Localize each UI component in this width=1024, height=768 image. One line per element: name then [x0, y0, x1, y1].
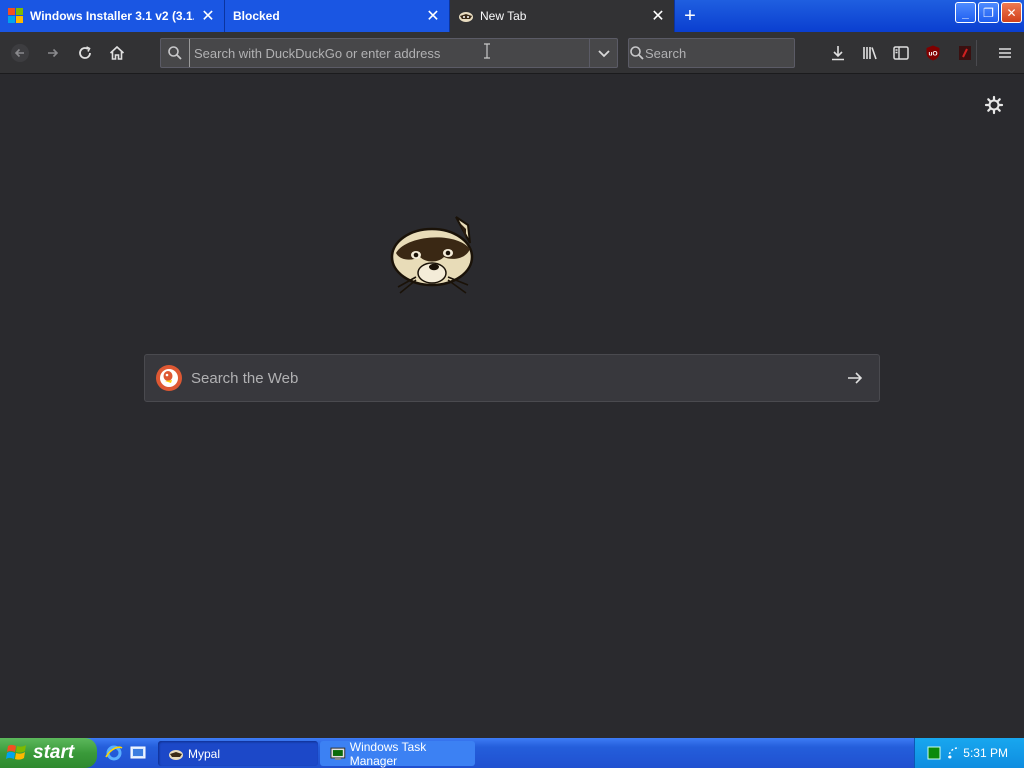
address-input[interactable]: [189, 39, 589, 67]
windows-logo-icon: [8, 8, 24, 24]
tab-new-tab[interactable]: New Tab ✕: [450, 0, 675, 32]
web-search-box[interactable]: [144, 354, 880, 402]
clock[interactable]: 5:31 PM: [963, 746, 1008, 760]
screen: Windows Installer 3.1 v2 (3.1.4000 ✕ Blo…: [0, 0, 1024, 768]
task-manager-icon: [330, 747, 346, 760]
show-desktop-icon[interactable]: [128, 743, 148, 763]
internet-explorer-icon[interactable]: [104, 743, 124, 763]
raccoon-icon: [458, 8, 474, 24]
address-bar[interactable]: [160, 38, 618, 68]
task-mypal[interactable]: Mypal: [158, 741, 318, 766]
search-bar[interactable]: [628, 38, 821, 68]
search-icon: [629, 45, 645, 61]
tab-label: Windows Installer 3.1 v2 (3.1.4000: [30, 9, 194, 23]
forward-arrow-icon: [48, 48, 59, 58]
reload-button[interactable]: [70, 38, 100, 68]
text-cursor-icon: [484, 43, 490, 59]
taskbar: start Mypal Windows Task Manager 5:31 PM: [0, 738, 1024, 768]
web-search-input[interactable]: [191, 369, 831, 387]
duckduckgo-icon: [156, 365, 182, 391]
search-submit-button[interactable]: [831, 355, 879, 401]
reload-icon: [79, 46, 91, 59]
tab-bar: Windows Installer 3.1 v2 (3.1.4000 ✕ Blo…: [0, 0, 1024, 32]
download-icon: [832, 46, 844, 61]
forward-button[interactable]: [38, 38, 68, 68]
library-icon: [863, 47, 877, 60]
toolbar-divider: [976, 40, 977, 66]
task-windows-task-manager[interactable]: Windows Task Manager: [320, 739, 475, 768]
start-button[interactable]: start: [0, 738, 97, 768]
tab-windows-installer[interactable]: Windows Installer 3.1 v2 (3.1.4000 ✕: [0, 0, 225, 32]
url-dropdown-button[interactable]: [589, 39, 617, 67]
task-label: Mypal: [188, 746, 221, 761]
tab-blocked[interactable]: Blocked ✕: [225, 0, 450, 32]
close-tab-icon[interactable]: ✕: [425, 8, 441, 25]
search-input[interactable]: [645, 45, 821, 61]
library-button[interactable]: [855, 38, 885, 68]
sidebar-button[interactable]: [886, 38, 916, 68]
gear-icon[interactable]: [984, 95, 1004, 115]
quick-launch: [104, 743, 148, 763]
search-icon: [161, 45, 189, 61]
sidebar-icon: [893, 46, 909, 60]
system-tray: 5:31 PM: [914, 738, 1024, 768]
back-arrow-icon: [11, 44, 29, 62]
tray-monitor-icon[interactable]: [927, 746, 941, 760]
start-label: start: [33, 742, 75, 763]
ublock-icon: uO: [926, 45, 940, 61]
downloads-button[interactable]: [823, 38, 853, 68]
back-button[interactable]: [5, 38, 35, 68]
close-window-button[interactable]: ✕: [1001, 2, 1022, 23]
minimize-button[interactable]: _: [955, 2, 976, 23]
home-button[interactable]: [102, 38, 132, 68]
close-tab-icon[interactable]: ✕: [650, 8, 666, 25]
home-icon: [109, 45, 125, 60]
tray-network-icon[interactable]: [947, 746, 961, 760]
navigation-toolbar: uO: [0, 32, 1024, 74]
menu-button[interactable]: [990, 38, 1020, 68]
raccoon-icon: [169, 749, 183, 760]
raccoon-logo: [390, 216, 474, 294]
new-tab-page: [0, 75, 1024, 738]
ublock-button[interactable]: uO: [918, 38, 948, 68]
hamburger-menu-icon: [999, 48, 1011, 58]
tab-label: New Tab: [480, 9, 527, 23]
task-label: Windows Task Manager: [349, 739, 427, 768]
restore-button[interactable]: ❐: [978, 2, 999, 23]
chevron-down-icon: [597, 50, 610, 58]
new-tab-button[interactable]: +: [675, 0, 705, 32]
window-controls: _ ❐ ✕: [955, 2, 1022, 23]
svg-text:uO: uO: [928, 51, 937, 58]
tab-label: Blocked: [233, 9, 280, 23]
windows-flag-icon: [6, 744, 26, 760]
close-tab-icon[interactable]: ✕: [200, 8, 216, 25]
noscript-icon: [959, 46, 971, 60]
arrow-right-icon: [848, 372, 863, 384]
